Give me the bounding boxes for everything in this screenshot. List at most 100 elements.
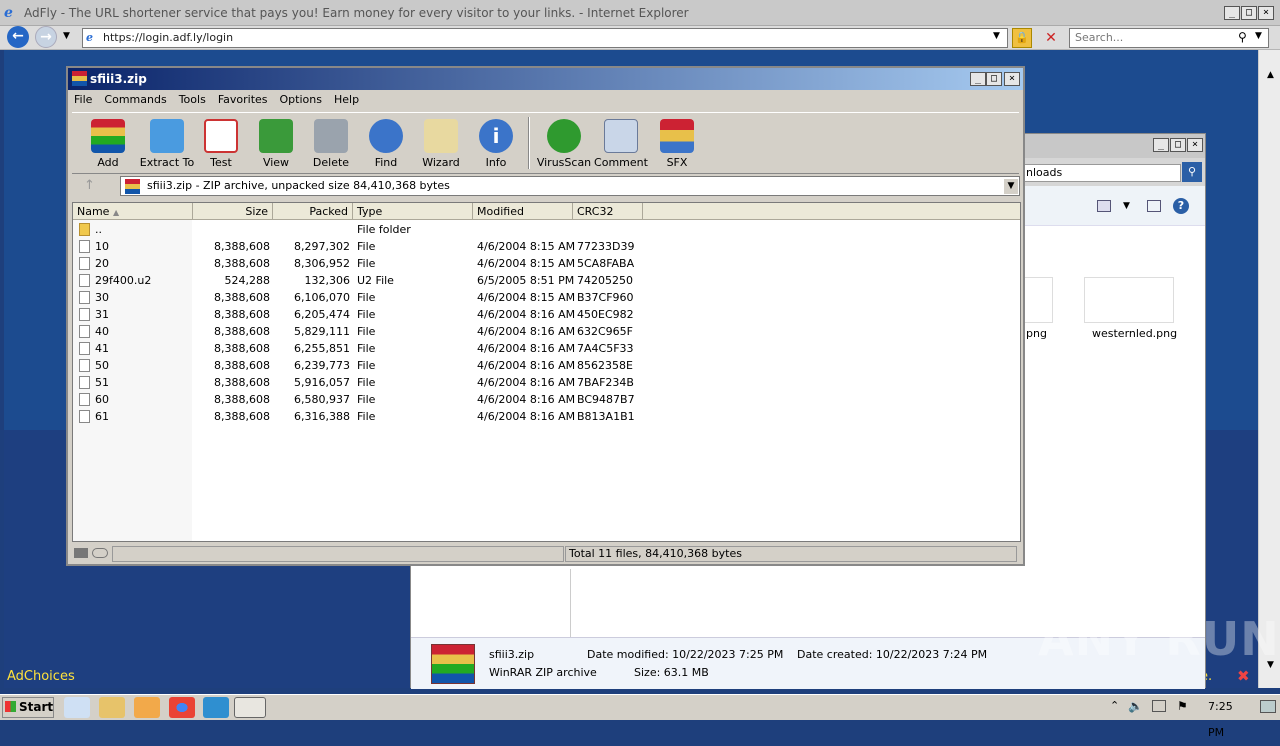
forward-icon[interactable]: →	[35, 26, 57, 48]
help-icon[interactable]: ?	[1173, 198, 1189, 214]
info-button[interactable]: i Info	[467, 115, 525, 173]
file-row[interactable]: .. File folder	[73, 221, 1020, 238]
column-name[interactable]: Name ▲	[73, 203, 193, 220]
tray-volume-icon[interactable]: 🔈	[1128, 699, 1143, 713]
view-icon[interactable]	[1097, 200, 1111, 212]
explorer-search-field[interactable]: nloads	[1023, 164, 1181, 182]
comment-button[interactable]: Comment	[592, 115, 650, 173]
address-dropdown-icon[interactable]: ▼	[993, 31, 1000, 41]
extract-to-label: Extract To	[139, 156, 195, 169]
explorer-maximize-button[interactable]: □	[1170, 138, 1186, 152]
file-icon	[79, 342, 90, 355]
info-label: Info	[485, 156, 507, 169]
taskbar-chrome-icon[interactable]	[169, 697, 195, 718]
search-dropdown-icon[interactable]: ▼	[1255, 31, 1262, 41]
show-desktop-icon[interactable]	[1260, 700, 1276, 713]
winrar-close-button[interactable]: ×	[1004, 72, 1020, 86]
menu-favorites[interactable]: Favorites	[212, 90, 274, 110]
close-button[interactable]: ×	[1258, 6, 1274, 20]
menu-tools[interactable]: Tools	[173, 90, 212, 110]
file-row[interactable]: 10 8,388,608 8,297,302 File 4/6/2004 8:15 AM…	[73, 238, 1020, 255]
path-dropdown-icon[interactable]: ▼	[1004, 179, 1018, 194]
menu-options[interactable]: Options	[274, 90, 328, 110]
back-icon[interactable]: ←	[7, 26, 29, 48]
file-size: 8,388,608	[214, 410, 270, 423]
taskbar-winrar-icon[interactable]	[234, 697, 266, 718]
file-size: 8,388,608	[214, 342, 270, 355]
virusscan-label: VirusScan	[536, 156, 592, 169]
delete-button[interactable]: Delete	[302, 115, 360, 173]
address-bar[interactable]: https://login.adf.ly/login	[82, 28, 1008, 48]
thumbnail-image[interactable]	[1084, 277, 1174, 323]
minimize-button[interactable]: _	[1224, 6, 1240, 20]
wand-icon	[424, 119, 458, 153]
column-type[interactable]: Type	[353, 203, 473, 220]
maximize-button[interactable]: □	[1241, 6, 1257, 20]
view-dropdown-icon[interactable]: ▼	[1123, 201, 1130, 211]
column-packed[interactable]: Packed	[273, 203, 353, 220]
column-size[interactable]: Size	[193, 203, 273, 220]
find-button[interactable]: Find	[357, 115, 415, 173]
file-row[interactable]: 30 8,388,608 6,106,070 File 4/6/2004 8:15 AM…	[73, 289, 1020, 306]
file-name: ..	[95, 223, 102, 236]
taskbar-edge-icon[interactable]	[203, 697, 229, 718]
lock-icon[interactable]: 🔒	[1012, 28, 1032, 48]
file-row[interactable]: 31 8,388,608 6,205,474 File 4/6/2004 8:16 AM…	[73, 306, 1020, 323]
add-button[interactable]: Add	[79, 115, 137, 173]
up-folder-icon[interactable]: ↑	[84, 178, 95, 193]
file-size: 8,388,608	[214, 376, 270, 389]
file-row[interactable]: 60 8,388,608 6,580,937 File 4/6/2004 8:16 AM…	[73, 391, 1020, 408]
column-crc32[interactable]: CRC32	[573, 203, 643, 220]
sfx-button[interactable]: SFX	[648, 115, 706, 173]
file-row[interactable]: 20 8,388,608 8,306,952 File 4/6/2004 8:15 AM…	[73, 255, 1020, 272]
sort-ascending-icon: ▲	[112, 208, 120, 217]
taskbar-ie-icon[interactable]	[64, 697, 90, 718]
explorer-minimize-button[interactable]: _	[1153, 138, 1169, 152]
tray-action-center-icon[interactable]: ⚑	[1177, 699, 1188, 713]
file-packed: 8,306,952	[294, 257, 350, 270]
file-name: 61	[95, 410, 109, 423]
archive-path-text: sfiii3.zip - ZIP archive, unpacked size …	[147, 179, 450, 192]
file-row[interactable]: 61 8,388,608 6,316,388 File 4/6/2004 8:16 AM…	[73, 408, 1020, 425]
test-button[interactable]: Test	[192, 115, 250, 173]
wizard-button[interactable]: Wizard	[412, 115, 470, 173]
taskbar-clock[interactable]: 7:25 PM	[1208, 694, 1252, 739]
taskbar-explorer-icon[interactable]	[99, 697, 125, 718]
preview-pane-icon[interactable]	[1147, 200, 1161, 212]
winrar-minimize-button[interactable]: _	[970, 72, 986, 86]
file-row[interactable]: 51 8,388,608 5,916,057 File 4/6/2004 8:16 AM…	[73, 374, 1020, 391]
nav-history-chevron-down-icon[interactable]: ▼	[63, 31, 70, 41]
archive-path-field[interactable]: sfiii3.zip - ZIP archive, unpacked size …	[120, 176, 1020, 196]
explorer-close-button[interactable]: ×	[1187, 138, 1203, 152]
file-list: Name ▲ Size Packed Type Modified CRC32 .…	[72, 202, 1021, 542]
file-name: 20	[95, 257, 109, 270]
winrar-maximize-button[interactable]: □	[986, 72, 1002, 86]
virusscan-button[interactable]: VirusScan	[535, 115, 593, 173]
file-row[interactable]: 50 8,388,608 6,239,773 File 4/6/2004 8:16 AM…	[73, 357, 1020, 374]
explorer-search-icon[interactable]: ⚲	[1182, 162, 1202, 182]
file-packed: 132,306	[304, 274, 351, 287]
extract-to-button[interactable]: Extract To	[138, 115, 196, 173]
menu-commands[interactable]: Commands	[98, 90, 172, 110]
stop-icon[interactable]: ✕	[1041, 28, 1061, 48]
page-scrollbar[interactable]: ▲ ▼	[1258, 50, 1280, 688]
menu-file[interactable]: File	[68, 90, 98, 110]
column-modified[interactable]: Modified	[473, 203, 573, 220]
adchoices-link[interactable]: AdChoices	[7, 669, 75, 684]
file-row[interactable]: 29f400.u2 524,288 132,306 U2 File 6/5/2005 8…	[73, 272, 1020, 289]
view-button[interactable]: View	[247, 115, 305, 173]
ad-close-icon[interactable]: ✖	[1237, 667, 1250, 685]
taskbar-media-player-icon[interactable]	[134, 697, 160, 718]
menu-help[interactable]: Help	[328, 90, 365, 110]
tray-show-hidden-icon[interactable]: ⌃	[1110, 699, 1119, 712]
file-packed: 5,829,111	[294, 325, 350, 338]
start-label: Start	[19, 700, 54, 714]
scroll-up-icon[interactable]: ▲	[1267, 70, 1274, 80]
file-size: 8,388,608	[214, 257, 270, 270]
file-row[interactable]: 41 8,388,608 6,255,851 File 4/6/2004 8:16 AM…	[73, 340, 1020, 357]
tray-network-icon[interactable]	[1152, 700, 1166, 712]
status-total: Total 11 files, 84,410,368 bytes	[565, 546, 1017, 562]
file-row[interactable]: 40 8,388,608 5,829,111 File 4/6/2004 8:16 AM…	[73, 323, 1020, 340]
search-icon[interactable]: ⚲	[1238, 30, 1247, 44]
key-icon[interactable]	[92, 548, 108, 558]
